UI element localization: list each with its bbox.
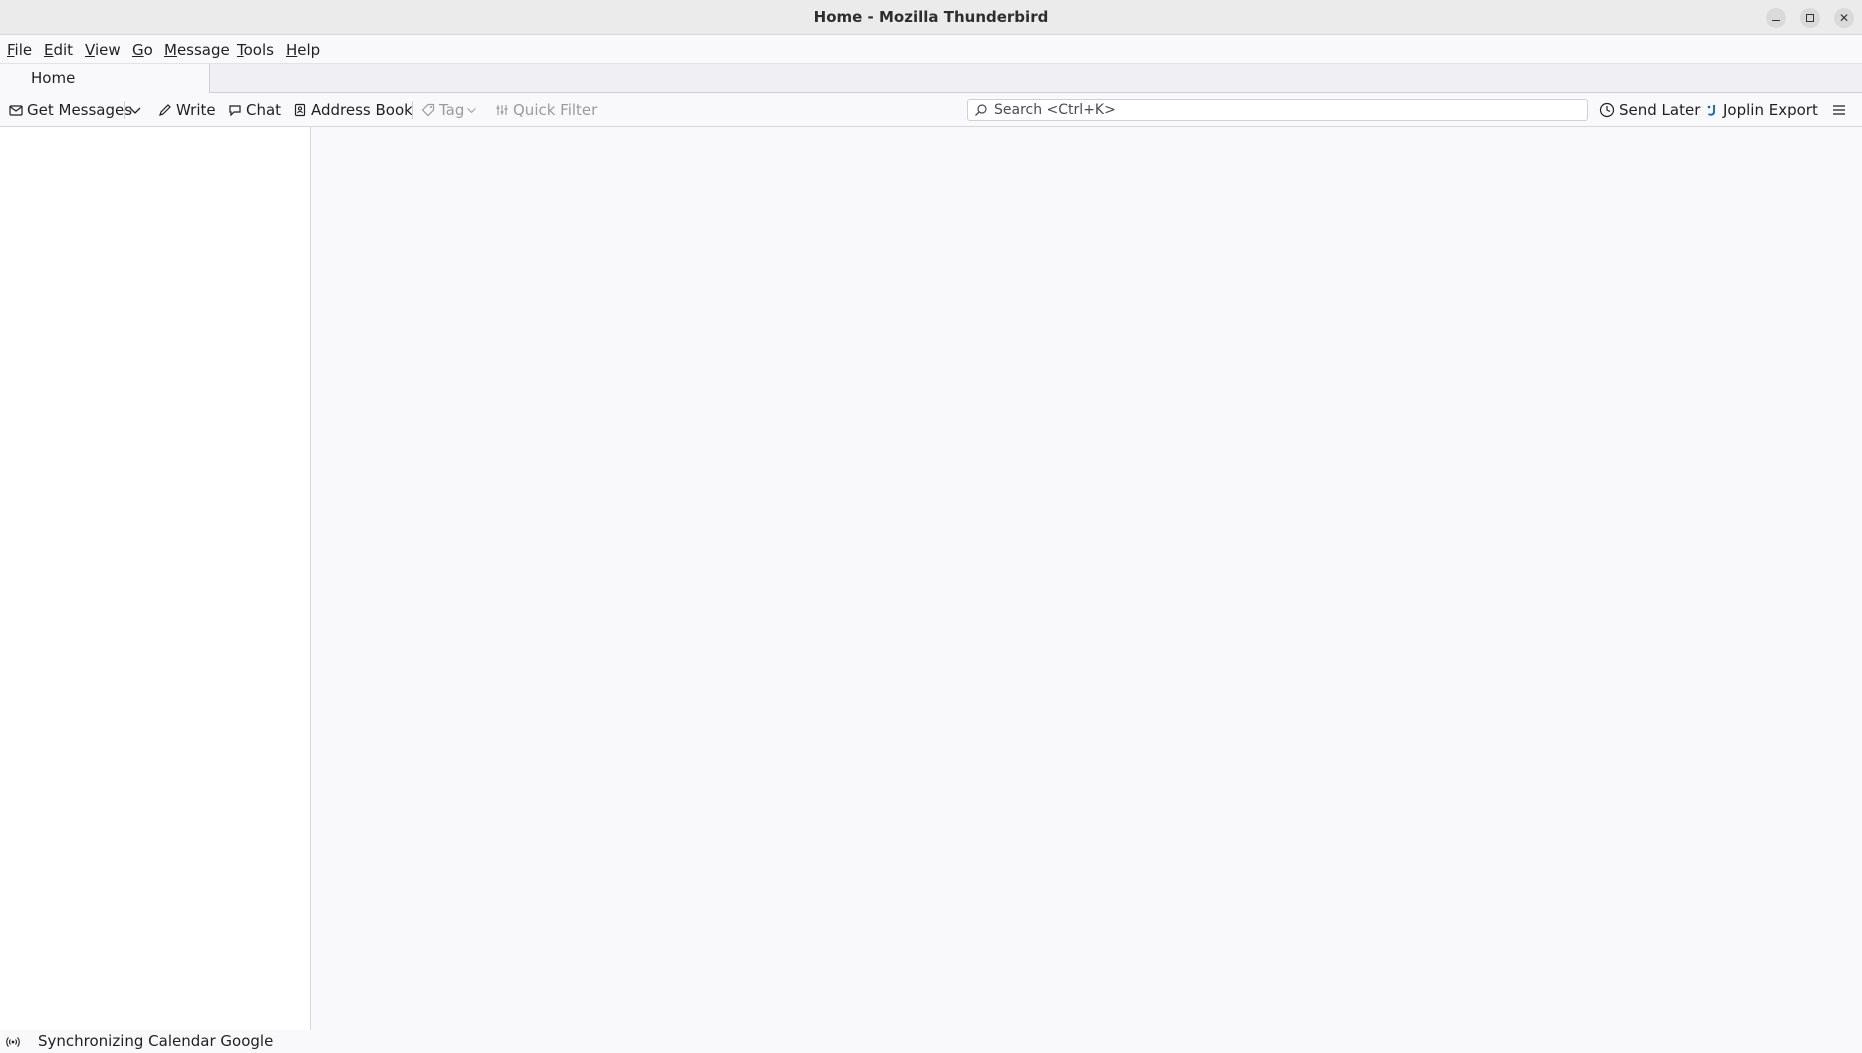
quick-filter-button[interactable]: Quick Filter [495,93,597,126]
menu-go[interactable]: Go [132,36,153,64]
filter-sliders-icon [496,104,508,115]
menu-view[interactable]: View [85,36,121,64]
maximize-icon [1806,14,1814,22]
get-messages-label: Get Messages [27,100,133,119]
close-icon: ✕ [1838,11,1850,25]
joplin-export-button[interactable]: Joplin Export [1705,93,1818,126]
tab-home[interactable]: Home [0,64,210,93]
menu-file[interactable]: File [7,36,32,64]
tag-label: Tag [439,100,465,119]
global-search-box[interactable] [967,99,1588,121]
menu-message[interactable]: Message [164,36,230,64]
title-bar: Home - Mozilla Thunderbird ✕ [0,0,1862,35]
tab-bar: Home [0,64,1862,93]
address-book-icon [294,103,306,116]
chat-button[interactable]: Chat [228,93,281,126]
window-title: Home - Mozilla Thunderbird [813,8,1049,26]
chevron-down-icon [467,107,477,113]
menu-help[interactable]: Help [286,36,320,64]
online-status-icon[interactable] [5,1034,21,1050]
close-button[interactable]: ✕ [1834,8,1854,28]
pencil-icon [159,103,171,116]
get-messages-dropdown[interactable] [128,93,146,126]
address-book-label: Address Book [311,100,413,119]
quick-filter-label: Quick Filter [513,100,598,119]
search-input[interactable] [992,101,1576,119]
joplin-export-label: Joplin Export [1723,100,1818,119]
menu-tools[interactable]: Tools [237,36,274,64]
tag-button[interactable]: Tag [421,93,477,126]
hamburger-menu-icon [1833,104,1845,115]
get-messages-button[interactable]: Get Messages [9,93,132,126]
tag-icon [421,103,435,116]
address-book-button[interactable]: Address Book [293,93,413,126]
send-later-button[interactable]: Send Later [1599,93,1700,126]
send-later-label: Send Later [1619,100,1701,119]
write-button[interactable]: Write [158,93,216,126]
status-text: Synchronizing Calendar Google [38,1032,274,1050]
search-icon [975,104,987,116]
minimize-icon [1772,19,1780,21]
clock-icon [1599,102,1615,117]
toolbar-separator [412,101,413,119]
joplin-icon [1707,104,1715,116]
tab-home-label: Home [31,69,76,87]
folder-pane[interactable] [0,127,311,1030]
toolbar-separator [124,101,125,119]
account-central-pane [311,127,1862,1030]
get-messages-icon [9,104,23,116]
menu-edit[interactable]: Edit [44,36,73,64]
chat-bubble-icon [229,104,241,116]
chat-label: Chat [246,100,282,119]
maximize-button[interactable] [1800,8,1820,28]
write-label: Write [176,100,216,119]
app-menu-button[interactable] [1831,93,1851,126]
status-bar: Synchronizing Calendar Google [0,1030,1862,1053]
menu-bar: File Edit View Go Message Tools Help [0,36,1862,64]
chevron-down-icon [129,107,141,114]
minimize-button[interactable] [1766,8,1786,28]
